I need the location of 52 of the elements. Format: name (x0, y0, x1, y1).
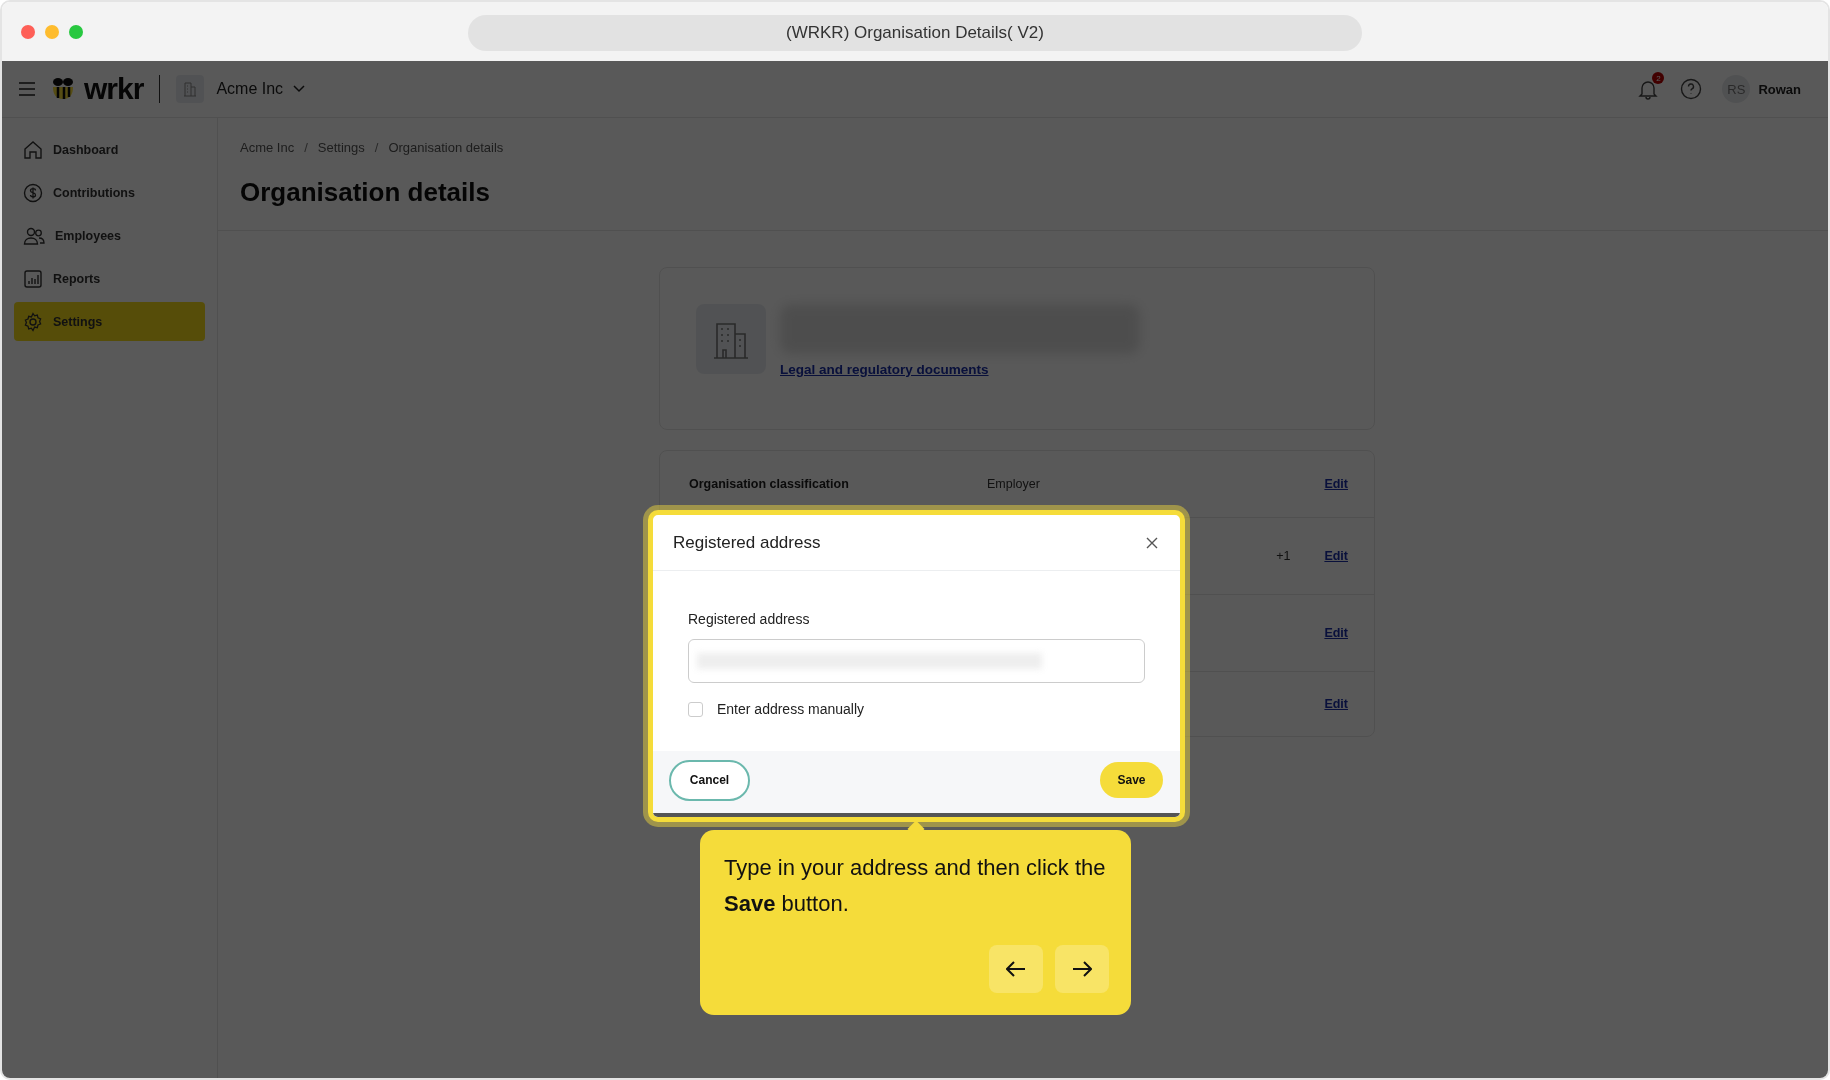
chevron-down-icon (293, 85, 306, 93)
page-title: Organisation details (240, 177, 491, 208)
checkbox-label[interactable]: Enter address manually (717, 701, 865, 717)
bar-chart-icon (23, 268, 43, 289)
left-arrow-icon (1006, 961, 1026, 977)
edit-link[interactable]: Edit (1324, 549, 1348, 563)
settings-icon (23, 311, 43, 332)
sidebar-item[interactable]: Contributions (14, 173, 205, 212)
sidebar-item[interactable]: Dashboard (14, 130, 205, 169)
help-icon[interactable] (1680, 78, 1703, 100)
breadcrumb-link[interactable]: Settings (317, 140, 365, 155)
detail-label: Organisation classification (689, 477, 850, 491)
building-icon (696, 304, 766, 374)
address-input[interactable] (688, 639, 1145, 683)
save-button[interactable]: Save (1100, 762, 1163, 798)
cancel-button[interactable]: Cancel (669, 759, 750, 801)
logo-text: wrkr (84, 72, 144, 106)
bell-icon[interactable] (1638, 78, 1659, 100)
breadcrumb-separator: / (374, 140, 379, 155)
user-name[interactable]: Rowan (1758, 81, 1801, 97)
breadcrumb-link[interactable]: Acme Inc (240, 140, 295, 155)
sidebar-item[interactable]: Settings (14, 302, 205, 341)
organisation-switcher[interactable]: Acme Inc (212, 80, 310, 98)
address-bar[interactable]: (WRKR) Organisation Details( V2) (468, 15, 1362, 51)
right-arrow-icon (1072, 961, 1092, 977)
maximize-window-icon[interactable] (69, 24, 83, 39)
home-icon (23, 139, 43, 160)
extra-count: +1 (1276, 549, 1291, 563)
close-window-icon[interactable] (21, 24, 35, 39)
menu-icon[interactable] (18, 82, 36, 96)
field-label: Registered address (688, 611, 811, 627)
edit-link[interactable]: Edit (1324, 477, 1348, 491)
next-button[interactable] (1055, 945, 1109, 993)
breadcrumb-link[interactable]: Organisation details (388, 140, 504, 155)
detail-value: Employer (987, 477, 1041, 491)
edit-link[interactable]: Edit (1324, 697, 1348, 711)
edit-link[interactable]: Edit (1324, 626, 1348, 640)
minimize-window-icon[interactable] (45, 24, 59, 39)
breadcrumb-separator: / (304, 140, 308, 155)
dollar-icon (23, 182, 43, 203)
checkbox[interactable] (688, 701, 703, 717)
tooltip-text: Type in your address and then click the Save button. (724, 854, 1107, 918)
close-icon[interactable] (1146, 536, 1158, 549)
dialog-title: Registered address (673, 532, 821, 553)
documents-link[interactable]: Legal and regulatory documents (780, 362, 1140, 377)
building-icon (176, 75, 205, 103)
people-icon (23, 225, 45, 246)
sidebar-item[interactable]: Employees (14, 216, 205, 255)
notification-badge: 2 (1652, 72, 1665, 84)
sidebar-item[interactable]: Reports (14, 259, 205, 298)
back-button[interactable] (989, 945, 1043, 993)
bee-logo-icon (50, 77, 76, 101)
